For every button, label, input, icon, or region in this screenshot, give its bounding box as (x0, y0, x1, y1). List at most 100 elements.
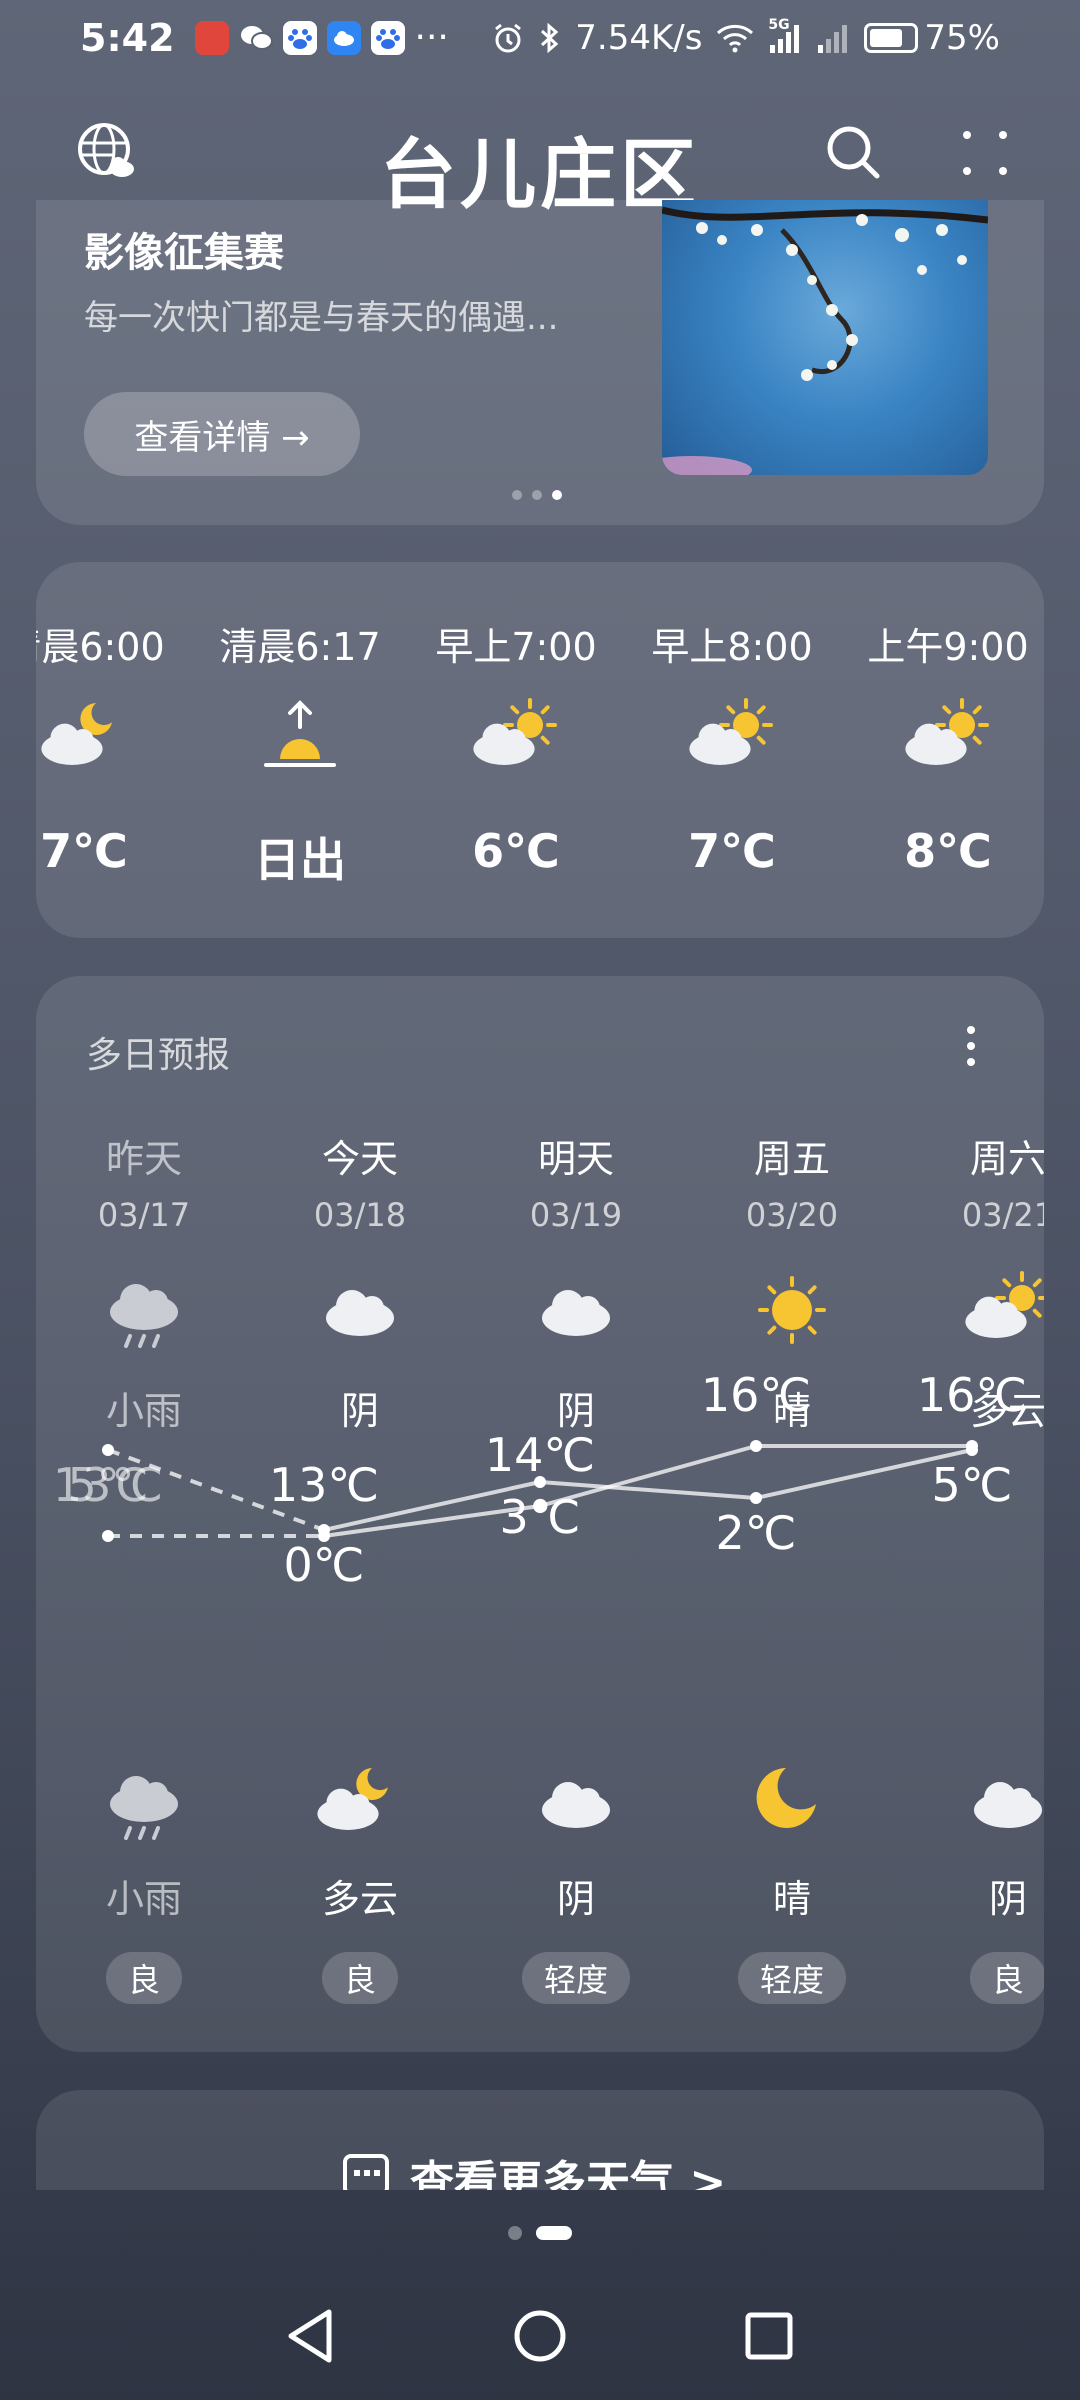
air-quality-badge: 轻度 (737, 1952, 847, 2004)
wifi-icon (717, 24, 754, 52)
status-bar: 5:42 ··· 7.54K/s 5G 75% (0, 0, 1080, 75)
sun-icon (742, 1270, 842, 1350)
low-temp-point (966, 1444, 978, 1456)
cloud-icon (958, 1762, 1044, 1842)
day-weather: 阴 (340, 1389, 379, 1433)
hourly-time: 早上7:00 (435, 625, 597, 669)
hourly-forecast-card[interactable]: 清晨6:00 7℃ 清晨6:17 日出 早上7:00 6℃ 早上8:00 7℃ … (36, 562, 1044, 938)
cell-signal-2-icon (818, 24, 848, 53)
sun-cloud-icon (958, 1270, 1044, 1350)
low-temp-point (318, 1524, 330, 1536)
moon-cloud-icon (310, 1762, 410, 1842)
hourly-value: 8℃ (904, 824, 992, 878)
night-weather: 阴 (556, 1877, 595, 1921)
promo-dot (532, 490, 542, 500)
battery-percent: 75% (924, 17, 1000, 58)
notification-overflow: ··· (414, 17, 449, 58)
moon-cloud-icon (36, 697, 134, 777)
rain-icon (94, 1762, 194, 1842)
recents-icon[interactable] (744, 2306, 794, 2366)
signal-5g-label: 5G (768, 16, 790, 33)
day-date: 03/17 (97, 1196, 191, 1234)
high-temp-point (102, 1530, 114, 1542)
hourly-value: 7℃ (688, 824, 776, 878)
high-temp-label: 16℃ (700, 1368, 812, 1422)
low-temp-label: 5℃ (931, 1458, 1013, 1512)
cell-signal-icon: 5G (768, 17, 802, 53)
day-weather: 小雨 (105, 1389, 182, 1433)
promo-pager-dots (512, 490, 562, 500)
baidu-icon (370, 20, 405, 55)
more-weather-link[interactable]: 查看更多天气 > (410, 2146, 726, 2190)
high-temp-point (750, 1440, 762, 1452)
home-icon[interactable] (512, 2306, 568, 2366)
air-quality-badge: 良 (105, 1952, 183, 2004)
day-weather: 阴 (556, 1389, 595, 1433)
day-date: 03/19 (529, 1196, 623, 1234)
promo-dot (552, 490, 562, 500)
battery-indicator: 75% (864, 18, 1000, 58)
hourly-value: 7℃ (40, 824, 128, 878)
calendar-icon (343, 2154, 389, 2190)
night-weather: 晴 (772, 1877, 811, 1921)
system-nav-bar (0, 2270, 1080, 2400)
day-name: 今天 (321, 1137, 398, 1181)
hourly-time: 早上8:00 (651, 625, 813, 669)
battery-icon (864, 22, 919, 53)
promo-title: 影像征集赛 (84, 230, 284, 276)
hourly-time: 清晨6:17 (219, 625, 381, 669)
night-weather: 多云 (321, 1877, 398, 1921)
page-dot[interactable] (508, 2226, 522, 2240)
cloud-icon (526, 1762, 626, 1842)
sun-cloud-icon (682, 697, 782, 777)
sun-cloud-icon (466, 697, 566, 777)
wechat-icon (239, 21, 273, 55)
low-temp-label: 3℃ (499, 1490, 581, 1544)
bluetooth-icon (541, 22, 559, 53)
day-date: 03/21 (961, 1196, 1044, 1234)
view-details-button[interactable]: 查看详情 → (84, 392, 360, 476)
more-weather-card[interactable]: 查看更多天气 > (36, 2090, 1044, 2190)
day-date: 03/18 (313, 1196, 407, 1234)
low-temp-point (750, 1492, 762, 1504)
cloud-icon (526, 1270, 626, 1350)
status-time: 5:42 (80, 15, 175, 60)
low-temp-label: 5℃ (67, 1458, 149, 1512)
rain-icon (94, 1270, 194, 1350)
promo-dot (512, 490, 522, 500)
promo-card[interactable]: 影像征集赛 每一次快门都是与春天的偶遇... 查看详情 → (36, 200, 1044, 525)
alarm-icon (495, 23, 522, 52)
night-weather: 小雨 (105, 1877, 182, 1921)
promo-subtitle: 每一次快门都是与春天的偶遇... (84, 298, 559, 338)
multi-day-forecast-card[interactable]: 多日预报 昨天 03/17 小雨 小雨 良 今天 03/18 阴 多云 良 明天… (36, 976, 1044, 2052)
sunrise-icon (250, 697, 350, 777)
search-icon[interactable] (824, 123, 882, 181)
air-quality-badge: 轻度 (521, 1952, 631, 2004)
hourly-value: 日出 (254, 833, 346, 887)
page-indicator (0, 2226, 1080, 2240)
high-temp-label: 16℃ (916, 1368, 1028, 1422)
page-dot[interactable] (536, 2226, 572, 2240)
baidu-icon (282, 20, 317, 55)
air-quality-badge: 良 (321, 1952, 399, 2004)
cloud-icon (326, 20, 361, 55)
cloud-icon (310, 1270, 410, 1350)
hourly-time: 上午9:00 (867, 625, 1029, 669)
hourly-value: 6℃ (472, 824, 560, 878)
back-icon[interactable] (283, 2306, 337, 2366)
night-weather: 阴 (988, 1877, 1027, 1921)
high-temp-label: 14℃ (484, 1428, 596, 1482)
moon-icon (742, 1762, 842, 1842)
day-name: 明天 (537, 1137, 614, 1181)
low-temp-point (102, 1444, 114, 1456)
day-date: 03/20 (745, 1196, 839, 1234)
sun-cloud-icon (898, 697, 998, 777)
hourly-time: 清晨6:00 (36, 625, 165, 669)
day-name: 周五 (753, 1137, 830, 1181)
day-name: 周六 (969, 1137, 1044, 1181)
low-temp-label: 2℃ (715, 1506, 797, 1560)
promo-image[interactable] (662, 200, 988, 475)
more-menu-icon[interactable] (955, 123, 1015, 183)
low-temp-label: 0℃ (283, 1538, 365, 1592)
huawei-icon (194, 20, 229, 55)
